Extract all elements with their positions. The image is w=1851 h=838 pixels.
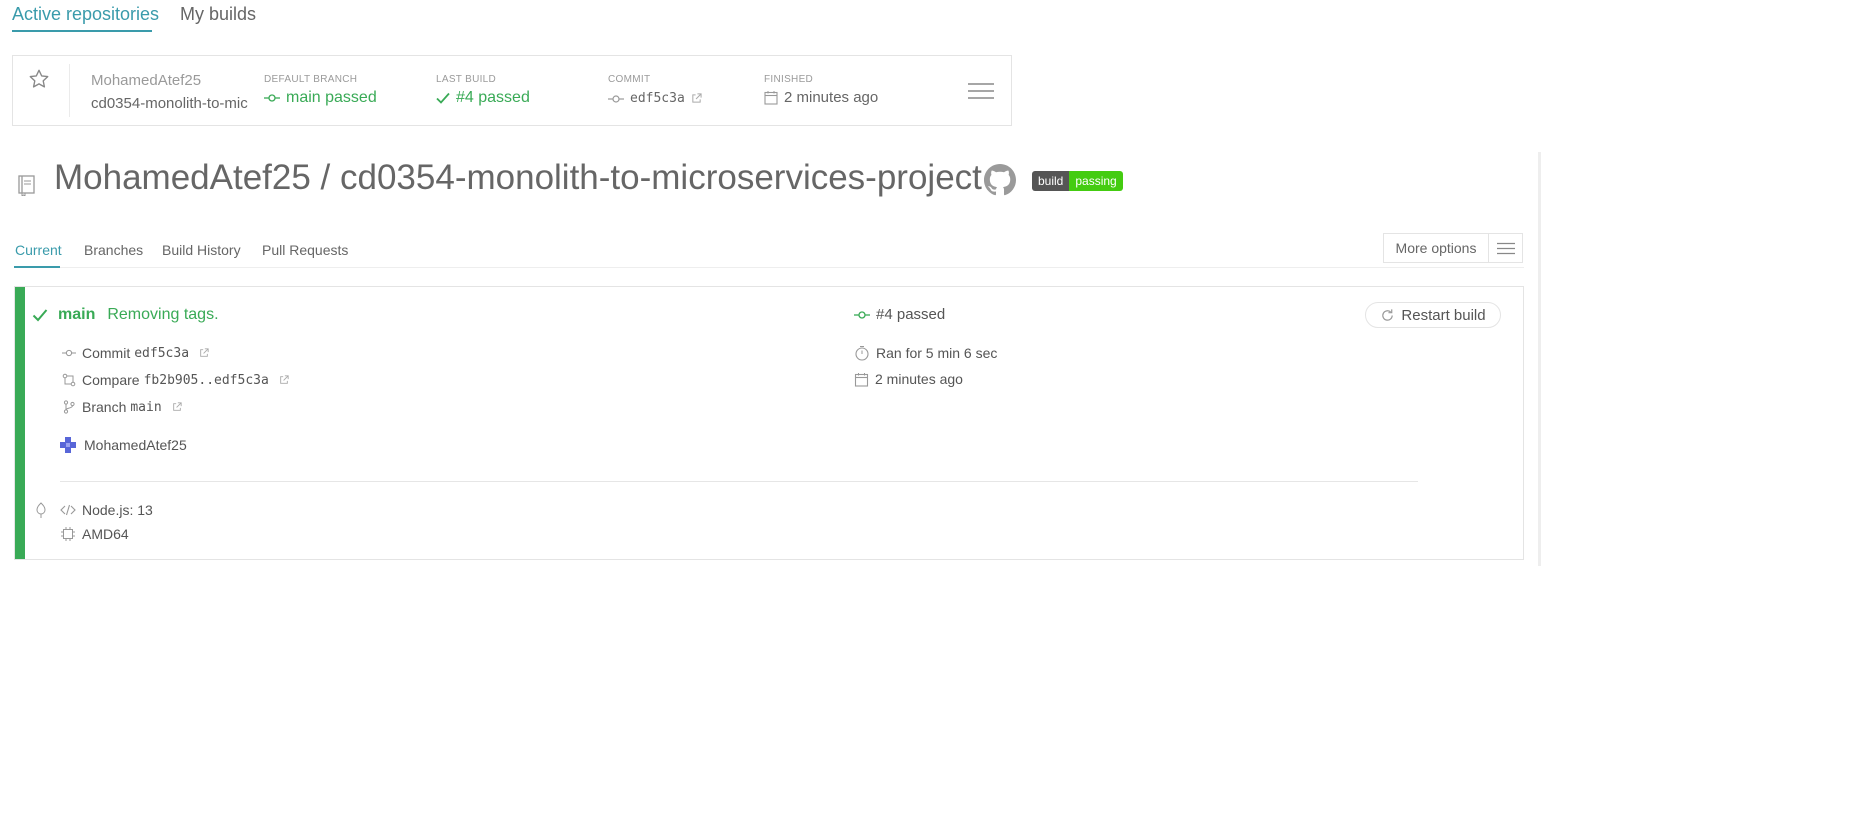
build-number-status[interactable]: #4 passed — [854, 306, 945, 323]
external-link-icon — [199, 348, 209, 358]
tabs-baseline — [14, 267, 1524, 268]
compare-row[interactable]: Compare fb2b905..edf5c3a — [62, 372, 289, 388]
last-build-value[interactable]: #4 passed — [436, 89, 530, 107]
calendar-icon — [764, 90, 778, 105]
stopwatch-icon — [854, 345, 870, 361]
repo-owner[interactable]: MohamedAtef25 — [91, 72, 201, 89]
language-text: Node.js: 13 — [82, 502, 153, 518]
cpu-icon — [60, 526, 76, 542]
menu-icon[interactable] — [968, 82, 994, 100]
build-message: Removing tags. — [107, 306, 219, 323]
star-icon[interactable] — [28, 68, 50, 90]
commit-row[interactable]: Commit edf5c3a — [62, 345, 209, 361]
github-icon[interactable] — [984, 164, 1016, 196]
tab-current[interactable]: Current — [15, 242, 62, 258]
restart-icon — [1380, 308, 1395, 323]
external-link-icon — [172, 402, 182, 412]
page-title: MohamedAtef25 / cd0354-monolith-to-micro… — [54, 158, 982, 197]
author-name: MohamedAtef25 — [84, 437, 187, 453]
language-env-icon — [34, 502, 48, 518]
finished-label: FINISHED — [764, 74, 814, 85]
duration-text: Ran for 5 min 6 sec — [876, 345, 998, 361]
badge-status: passing — [1069, 171, 1123, 191]
tab-active-repositories[interactable]: Active repositories — [12, 4, 159, 25]
card-divider — [69, 64, 70, 117]
commit-sha: edf5c3a — [630, 91, 685, 106]
branch-name: main — [130, 399, 162, 415]
branch-row[interactable]: Branch main — [62, 399, 182, 415]
last-build-text: #4 passed — [456, 89, 530, 106]
status-stripe — [15, 287, 25, 559]
commit-value[interactable]: edf5c3a — [608, 91, 702, 106]
right-divider — [1538, 152, 1541, 566]
duration-row: Ran for 5 min 6 sec — [854, 345, 997, 361]
finished-text: 2 minutes ago — [784, 89, 879, 106]
repo-icon — [16, 174, 36, 196]
branch-prefix: Branch — [82, 399, 127, 415]
arch-row: AMD64 — [60, 526, 129, 542]
arch-text: AMD64 — [82, 526, 129, 542]
language-row: Node.js: 13 — [60, 502, 153, 518]
tab-pull-requests[interactable]: Pull Requests — [262, 242, 348, 258]
active-tab-underline — [12, 30, 152, 32]
current-build-card — [14, 286, 1524, 560]
check-icon — [436, 92, 450, 104]
restart-label: Restart build — [1401, 306, 1486, 324]
compare-icon — [62, 373, 76, 387]
default-branch-value[interactable]: main passed — [264, 89, 377, 107]
time-ago-row: 2 minutes ago — [854, 371, 963, 387]
build-branch: main — [58, 306, 96, 323]
build-summary[interactable]: main Removing tags. — [32, 306, 219, 324]
passed-check-icon — [32, 308, 48, 322]
code-icon — [60, 504, 76, 516]
default-branch-text: main passed — [286, 89, 377, 106]
build-status-text: #4 passed — [876, 306, 946, 323]
build-commit-icon — [854, 310, 870, 320]
compare-range: fb2b905..edf5c3a — [143, 372, 269, 388]
external-link-icon — [279, 375, 289, 385]
build-status-badge[interactable]: build passing — [1032, 171, 1123, 191]
commit-sha: edf5c3a — [134, 345, 190, 361]
badge-label: build — [1032, 171, 1070, 191]
tab-branches[interactable]: Branches — [84, 242, 143, 258]
branch-icon — [62, 400, 76, 414]
more-options-button[interactable]: More options — [1383, 233, 1523, 263]
external-link-icon — [691, 93, 702, 104]
commit-label: COMMIT — [608, 74, 651, 85]
compare-prefix: Compare — [82, 372, 140, 388]
default-branch-label: DEFAULT BRANCH — [264, 74, 358, 85]
tab-build-history[interactable]: Build History — [162, 242, 241, 258]
repo-name[interactable]: cd0354-monolith-to-mic — [91, 95, 251, 112]
current-tab-underline — [14, 266, 60, 268]
repo-summary-card: MohamedAtef25 cd0354-monolith-to-mic DEF… — [12, 55, 1012, 126]
build-details-divider — [60, 481, 1418, 482]
calendar-icon — [854, 372, 869, 387]
restart-build-button[interactable]: Restart build — [1365, 302, 1501, 328]
commit-prefix: Commit — [82, 345, 131, 361]
more-options-label: More options — [1384, 234, 1489, 262]
commit-dot-icon — [264, 93, 280, 103]
last-build-label: LAST BUILD — [436, 74, 497, 85]
author-row[interactable]: MohamedAtef25 — [60, 437, 187, 453]
tab-my-builds[interactable]: My builds — [180, 4, 256, 25]
commit-icon — [62, 348, 76, 358]
finished-value: 2 minutes ago — [764, 89, 878, 106]
time-ago-text: 2 minutes ago — [875, 371, 963, 387]
commit-icon — [608, 94, 624, 104]
hamburger-icon — [1489, 234, 1522, 262]
avatar — [60, 437, 76, 453]
